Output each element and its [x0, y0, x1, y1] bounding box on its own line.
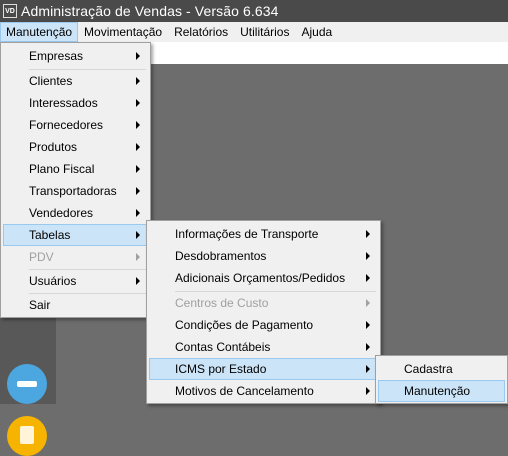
menu-item-usuarios[interactable]: Usuários	[3, 270, 148, 292]
menu-item-label: Condições de Pagamento	[175, 318, 314, 332]
menu-item-label: Tabelas	[29, 228, 71, 242]
menu-item-desdobramentos[interactable]: Desdobramentos	[149, 245, 378, 267]
manutencao-menu: Empresas Clientes Interessados Fornecedo…	[0, 42, 151, 318]
submenu-arrow-icon	[136, 143, 140, 151]
menu-item-plano-fiscal[interactable]: Plano Fiscal	[3, 158, 148, 180]
menu-item-condicoes-pagamento[interactable]: Condições de Pagamento	[149, 314, 378, 336]
menu-item-interessados[interactable]: Interessados	[3, 92, 148, 114]
menu-item-label: Plano Fiscal	[29, 162, 95, 176]
submenu-arrow-icon	[366, 343, 370, 351]
menu-item-label: Sair	[29, 298, 51, 312]
menu-item-label: Usuários	[29, 274, 77, 288]
menu-item-label: Cadastra	[404, 362, 453, 376]
submenu-arrow-icon	[136, 277, 140, 285]
menu-item-contas-contabeis[interactable]: Contas Contábeis	[149, 336, 378, 358]
menu-item-label: Vendedores	[29, 206, 94, 220]
icms-menu: Cadastra Manutenção	[375, 355, 508, 404]
submenu-arrow-icon	[366, 299, 370, 307]
menu-item-centros-custo: Centros de Custo	[149, 292, 378, 314]
menu-item-clientes[interactable]: Clientes	[3, 70, 148, 92]
menu-item-label: PDV	[29, 250, 54, 264]
submenu-arrow-icon	[366, 365, 370, 373]
submenu-arrow-icon	[136, 99, 140, 107]
menu-item-icms-por-estado[interactable]: ICMS por Estado	[149, 358, 378, 380]
tabelas-menu: Informações de Transporte Desdobramentos…	[146, 220, 381, 404]
submenu-arrow-icon	[366, 321, 370, 329]
menu-item-empresas[interactable]: Empresas	[3, 45, 148, 67]
menu-item-label: ICMS por Estado	[175, 362, 267, 376]
menu-item-label: Clientes	[29, 74, 73, 88]
menu-item-label: Desdobramentos	[175, 249, 267, 263]
submenu-arrow-icon	[136, 231, 140, 239]
menu-item-label: Adicionais Orçamentos/Pedidos	[175, 271, 346, 285]
menu-item-label: Transportadoras	[29, 184, 117, 198]
menu-item-tabelas[interactable]: Tabelas	[3, 224, 148, 246]
menu-item-label: Centros de Custo	[175, 296, 269, 310]
menu-item-produtos[interactable]: Produtos	[3, 136, 148, 158]
menu-item-sair[interactable]: Sair	[3, 294, 148, 316]
menu-item-motivos-cancelamento[interactable]: Motivos de Cancelamento	[149, 380, 378, 402]
menu-item-label: Empresas	[29, 49, 84, 63]
menu-relatorios[interactable]: Relatórios	[168, 22, 234, 42]
menu-item-label: Fornecedores	[29, 118, 104, 132]
submenu-arrow-icon	[366, 252, 370, 260]
menu-item-pdv: PDV	[3, 246, 148, 268]
menu-item-fornecedores[interactable]: Fornecedores	[3, 114, 148, 136]
submenu-arrow-icon	[136, 165, 140, 173]
menu-item-label: Motivos de Cancelamento	[175, 384, 314, 398]
menu-item-label: Contas Contábeis	[175, 340, 271, 354]
submenu-arrow-icon	[136, 121, 140, 129]
list-icon[interactable]	[7, 364, 47, 404]
submenu-arrow-icon	[136, 253, 140, 261]
menu-item-informacoes-transporte[interactable]: Informações de Transporte	[149, 223, 378, 245]
menu-ajuda[interactable]: Ajuda	[295, 22, 338, 42]
menu-item-label: Informações de Transporte	[175, 227, 319, 241]
menu-item-cadastra[interactable]: Cadastra	[378, 358, 505, 380]
submenu-arrow-icon	[136, 209, 140, 217]
submenu-arrow-icon	[366, 230, 370, 238]
menu-item-label: Interessados	[29, 96, 98, 110]
window-title: Administração de Vendas - Versão 6.634	[21, 3, 279, 19]
submenu-arrow-icon	[366, 274, 370, 282]
menu-item-vendedores[interactable]: Vendedores	[3, 202, 148, 224]
menu-item-transportadoras[interactable]: Transportadoras	[3, 180, 148, 202]
menu-bar: Manutenção Movimentação Relatórios Utili…	[0, 22, 508, 42]
submenu-arrow-icon	[136, 52, 140, 60]
submenu-arrow-icon	[366, 387, 370, 395]
title-bar: VD Administração de Vendas - Versão 6.63…	[0, 0, 508, 22]
submenu-arrow-icon	[136, 77, 140, 85]
submenu-arrow-icon	[136, 187, 140, 195]
menu-utilitarios[interactable]: Utilitários	[234, 22, 295, 42]
menu-item-label: Manutenção	[404, 384, 471, 398]
menu-item-manutencao[interactable]: Manutenção	[378, 380, 505, 402]
menu-movimentacao[interactable]: Movimentação	[78, 22, 168, 42]
menu-item-adicionais-orcamentos[interactable]: Adicionais Orçamentos/Pedidos	[149, 267, 378, 289]
menu-item-label: Produtos	[29, 140, 78, 154]
menu-manutencao[interactable]: Manutenção	[0, 22, 79, 42]
app-icon: VD	[3, 4, 17, 18]
document-icon[interactable]	[7, 416, 47, 456]
